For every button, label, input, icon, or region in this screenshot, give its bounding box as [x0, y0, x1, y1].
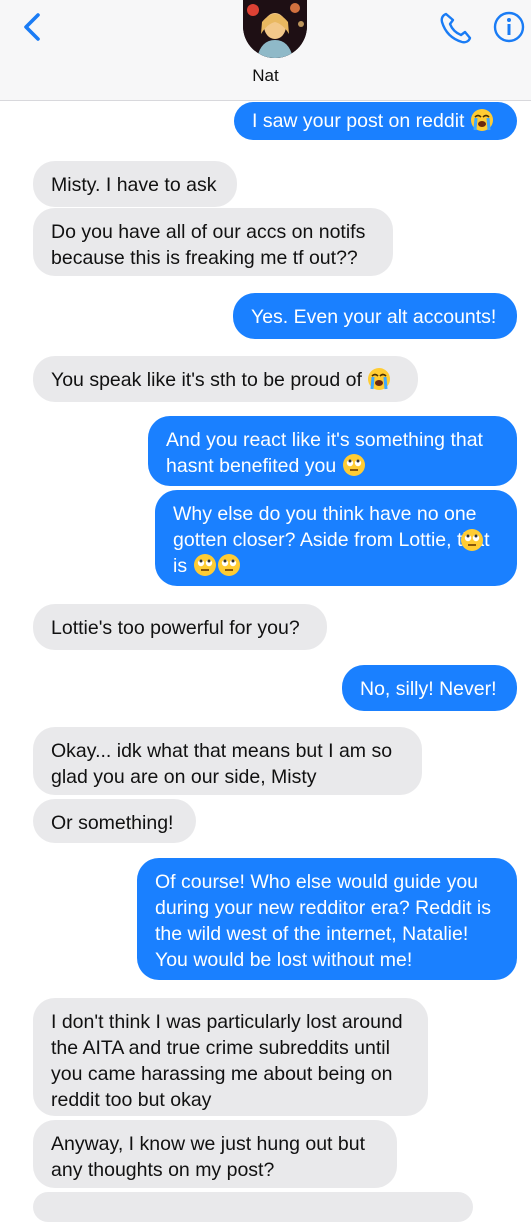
incoming-message[interactable]: Okay... idk what that means but I am so … [33, 727, 422, 795]
message-text: You speak like it's sth to be proud of [51, 369, 362, 391]
outgoing-message[interactable]: I saw your post on reddit [234, 102, 517, 140]
message-text: And you react like it's something that h… [166, 429, 483, 477]
incoming-message[interactable]: Misty. I have to ask [33, 161, 237, 207]
eye-roll-emoji-icon [461, 529, 483, 551]
outgoing-message[interactable]: Of course! Who else would guide you duri… [137, 858, 517, 980]
incoming-message-partial[interactable] [33, 1192, 473, 1222]
sob-emoji-icon [470, 109, 493, 131]
eye-roll-emoji-icon [217, 554, 240, 576]
outgoing-message[interactable]: No, silly! Never! [342, 665, 517, 711]
outgoing-message[interactable]: And you react like it's something that h… [148, 416, 517, 486]
message-text: Misty. I have to ask [51, 174, 217, 196]
message-text: Or something! [51, 812, 174, 834]
outgoing-message[interactable]: Why else do you think have no one gotten… [155, 490, 517, 586]
eye-roll-emoji-icon [342, 454, 365, 476]
incoming-message[interactable]: Do you have all of our accs on notifs be… [33, 208, 393, 276]
message-text: Okay... idk what that means but I am so … [51, 740, 393, 788]
incoming-message[interactable]: Or something! [33, 799, 196, 843]
incoming-message[interactable]: Lottie's too powerful for you? [33, 604, 327, 650]
message-text: I don't think I was particularly lost ar… [51, 1011, 403, 1111]
message-text: I saw your post on reddit [252, 110, 465, 132]
incoming-message[interactable]: I don't think I was particularly lost ar… [33, 998, 428, 1116]
eye-roll-emoji-icon [193, 554, 216, 576]
message-thread: I saw your post on reddit Misty. I have … [0, 0, 531, 1222]
message-text: Of course! Who else would guide you duri… [155, 871, 492, 971]
incoming-message[interactable]: Anyway, I know we just hung out but any … [33, 1120, 397, 1188]
outgoing-message[interactable]: Yes. Even your alt accounts! [233, 293, 517, 339]
message-text: Anyway, I know we just hung out but any … [51, 1133, 365, 1181]
incoming-message[interactable]: You speak like it's sth to be proud of [33, 356, 418, 402]
sob-emoji-icon [368, 368, 391, 390]
message-text: Lottie's too powerful for you? [51, 617, 300, 639]
message-text: Yes. Even your alt accounts! [251, 306, 497, 328]
message-text: Do you have all of our accs on notifs be… [51, 221, 366, 269]
message-text: No, silly! Never! [360, 678, 497, 700]
